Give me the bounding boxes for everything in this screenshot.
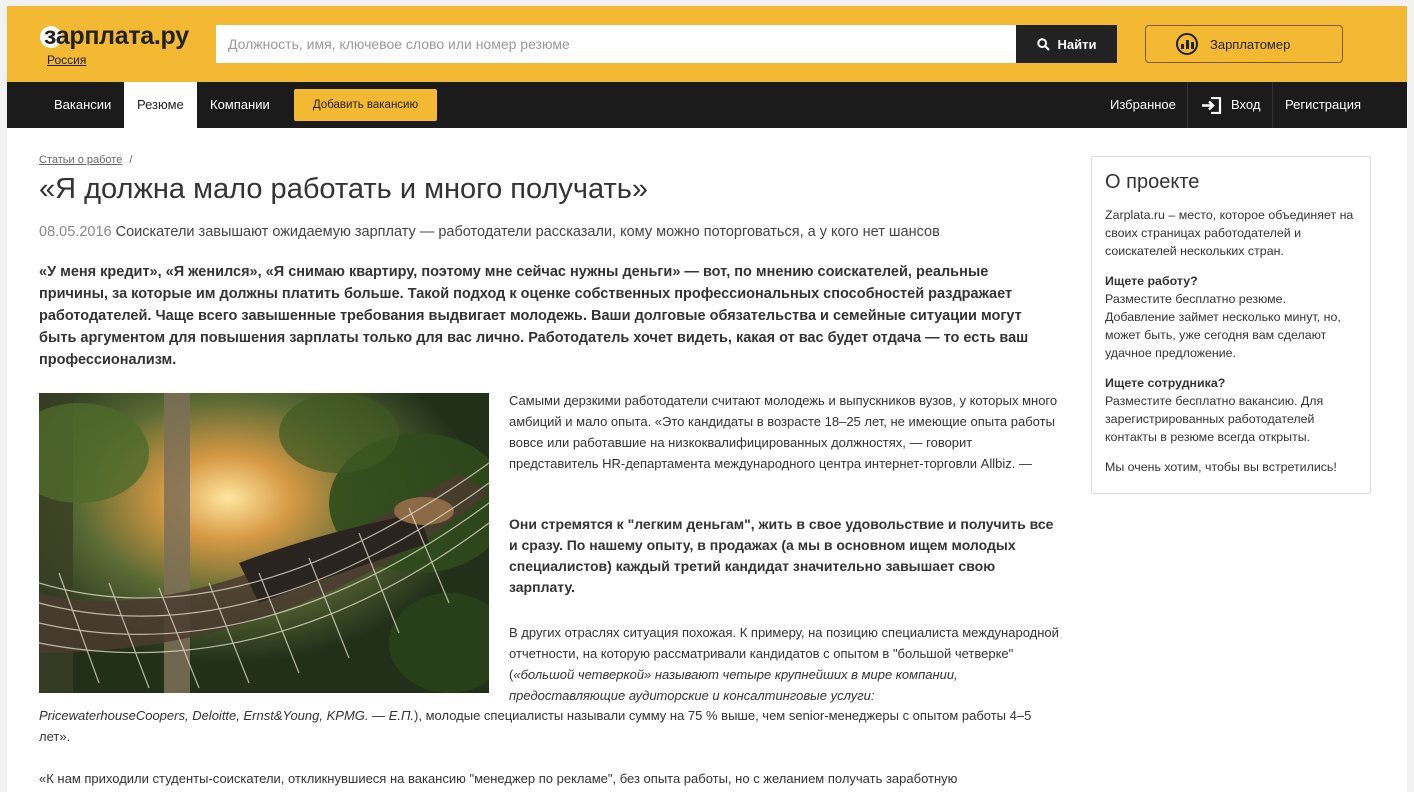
nav-resume[interactable]: Резюме	[124, 82, 197, 128]
page-content: Статьи о работе / «Я должна мало работат…	[7, 128, 1407, 792]
nav-favorites[interactable]: Избранное	[1097, 82, 1189, 128]
salary-meter-button[interactable]: Зарплатомер	[1145, 25, 1343, 63]
article-subtitle-text: Соискатели завышают ожидаемую зарплату —…	[115, 224, 940, 240]
sidebar-title: О проекте	[1105, 171, 1200, 193]
sidebar-employer-text: Разместите бесплатно вакансию. Для зарег…	[1105, 394, 1324, 444]
article-paragraph-3: В других отраслях ситуация похожая. К пр…	[509, 622, 1061, 706]
nav-login[interactable]: Вход	[1188, 82, 1273, 128]
article-paragraph-4: «К нам приходили студенты-соискатели, от…	[39, 771, 958, 786]
search-button[interactable]: Найти	[1016, 25, 1117, 63]
salary-meter-label: Зарплатомер	[1210, 36, 1291, 52]
article-paragraph-3-cont: PricewaterhouseCoopers, Deloitte, Ernst&…	[39, 705, 1059, 747]
nav-login-label: Вход	[1231, 97, 1261, 112]
sidebar-outro: Мы очень хотим, чтобы вы встретились!	[1105, 460, 1337, 474]
region-link[interactable]: Россия	[47, 53, 86, 67]
sidebar-job-section: Ищете работу? Разместите бесплатно резюме…	[1105, 272, 1357, 362]
nav-register[interactable]: Регистрация	[1272, 82, 1374, 128]
breadcrumb: Статьи о работе /	[39, 154, 132, 166]
logo-text: зарплата.ру	[44, 22, 189, 50]
search-input[interactable]	[216, 25, 1016, 63]
gauge-icon	[1176, 33, 1198, 55]
about-project-sidebar: О проекте Zarplata.ru – место, которое о…	[1091, 156, 1371, 494]
search-icon	[1036, 37, 1050, 51]
paragraph-3-italic: «большой четверкой» называют четыре круп…	[509, 667, 958, 703]
article-date: 08.05.2016	[39, 224, 112, 240]
article-photo-hammock	[39, 393, 489, 693]
paragraph-4-italic: PricewaterhouseCoopers, Deloitte, Ernst&…	[39, 708, 415, 723]
article-title: «Я должна мало работать и много получать…	[39, 173, 649, 205]
top-header: зарплата.ру Россия Найти Зарплатомер	[7, 6, 1407, 82]
article-subtitle: 08.05.2016 Соискатели завышают ожидаемую…	[39, 224, 940, 240]
sidebar-job-heading: Ищете работу?	[1105, 274, 1198, 288]
article-paragraph-1: Самыми дерзкими работодатели считают мол…	[509, 393, 1058, 471]
article-paragraph-2: Они стремятся к "легким деньгам", жить в…	[509, 516, 1054, 595]
article-lead: «У меня кредит», «Я женился», «Я снимаю …	[39, 264, 1029, 368]
sidebar-job-text: Разместите бесплатно резюме. Добавление …	[1105, 292, 1341, 360]
hammock-photo	[39, 393, 489, 693]
breadcrumb-separator: /	[129, 154, 133, 166]
nav-vacancies[interactable]: Вакансии	[41, 82, 124, 128]
sidebar-intro: Zarplata.ru – место, которое объединяет …	[1105, 208, 1354, 258]
main-nav: Вакансии Резюме Компании Добавить ваканс…	[7, 82, 1407, 128]
sidebar-employer-heading: Ищете сотрудника?	[1105, 376, 1226, 390]
search-button-label: Найти	[1057, 36, 1097, 52]
sidebar-employer-section: Ищете сотрудника? Разместите бесплатно ва…	[1105, 374, 1357, 446]
add-vacancy-button[interactable]: Добавить вакансию	[294, 89, 437, 121]
login-icon	[1202, 97, 1222, 115]
nav-companies[interactable]: Компании	[197, 82, 283, 128]
breadcrumb-articles-link[interactable]: Статьи о работе	[39, 154, 122, 166]
